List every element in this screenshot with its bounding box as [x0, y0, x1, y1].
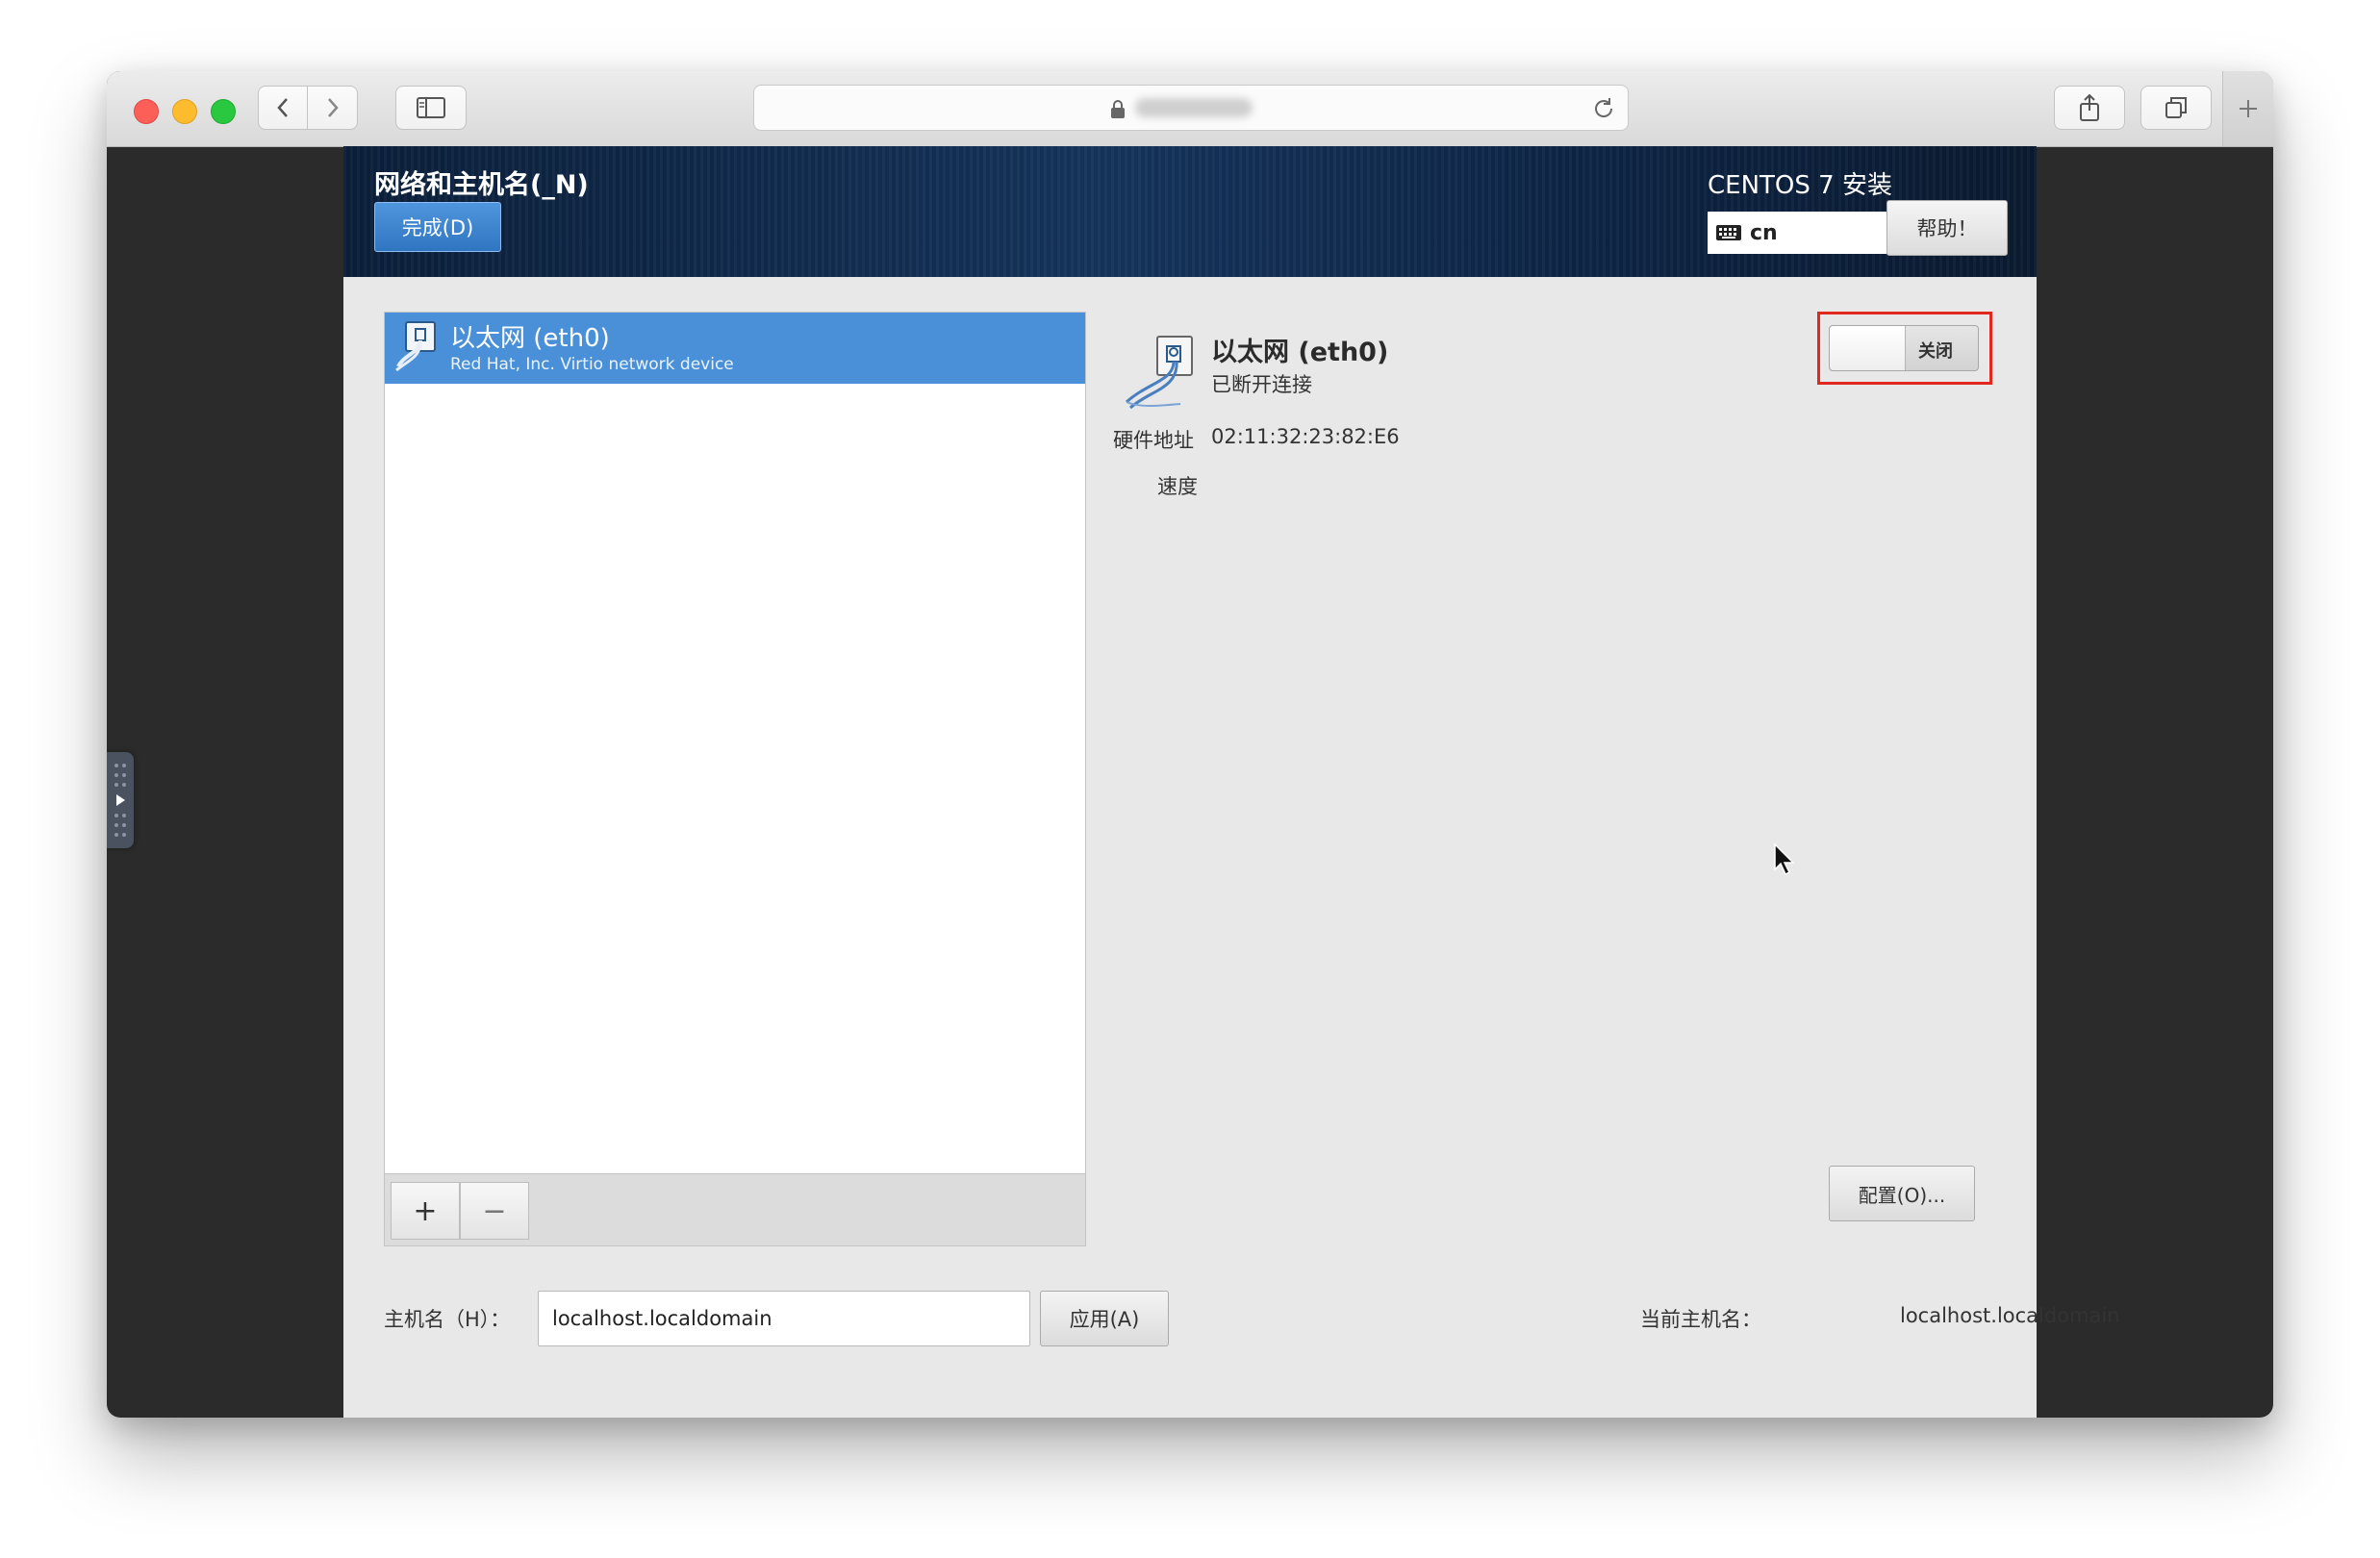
chevron-right-icon [327, 98, 339, 117]
device-name: 以太网 (eth0) [450, 324, 610, 353]
product-title: CENTOS 7 安装 [1708, 171, 1892, 200]
configure-button[interactable]: 配置(O)... [1829, 1166, 1975, 1221]
remove-device-button[interactable]: − [460, 1182, 529, 1240]
done-button[interactable]: 完成(D) [374, 202, 501, 252]
toggle-state-label: 关闭 [1918, 341, 1953, 362]
sidebar-toggle-button[interactable] [395, 86, 467, 130]
apply-hostname-button[interactable]: 应用(A) [1040, 1291, 1169, 1346]
mouse-cursor-icon [1774, 842, 1795, 876]
share-button[interactable] [2054, 86, 2125, 130]
close-window-button[interactable] [134, 99, 159, 124]
toggle-knob[interactable] [1830, 326, 1906, 370]
new-tab-button[interactable] [2222, 71, 2273, 146]
back-button[interactable] [258, 86, 308, 130]
page-title: 网络和主机名(_N) [374, 170, 589, 200]
tab-overview-icon [2165, 97, 2187, 118]
device-detail-name: 以太网 (eth0) [1211, 338, 1389, 367]
chevron-left-icon [277, 98, 288, 117]
installer-screen: 网络和主机名(_N) 完成(D) CENTOS 7 安装 cn 帮助！ 以太网 … [343, 146, 2120, 1418]
browser-window: 网络和主机名(_N) 完成(D) CENTOS 7 安装 cn 帮助！ 以太网 … [107, 71, 2273, 1418]
current-hostname-value: localhost.localdomain [1900, 1304, 2120, 1327]
grip-arrow-icon [114, 764, 126, 837]
keyboard-layout-label: cn [1750, 220, 1778, 245]
side-panel-handle[interactable] [107, 752, 134, 848]
sidebar-icon [417, 97, 445, 118]
current-hostname-label: 当前主机名： [1640, 1308, 1761, 1331]
hardware-address-label: 硬件地址 [1113, 429, 1194, 452]
blurred-url [1135, 98, 1253, 117]
hostname-label: 主机名（H）： [384, 1308, 511, 1331]
connection-toggle-switch[interactable]: 关闭 [1829, 325, 1979, 371]
keyboard-icon [1716, 225, 1741, 240]
hostname-input[interactable] [538, 1291, 1030, 1346]
speed-label: 速度 [1157, 475, 1198, 498]
tab-overview-button[interactable] [2140, 86, 2212, 130]
forward-button[interactable] [308, 86, 358, 130]
share-icon [2080, 93, 2099, 121]
browser-toolbar [107, 71, 2273, 147]
list-item[interactable]: 以太网 (eth0) Red Hat, Inc. Virtio network … [385, 313, 1085, 384]
help-button[interactable]: 帮助！ [1886, 200, 2008, 256]
device-connection-status: 已断开连接 [1211, 373, 1312, 396]
keyboard-layout-indicator[interactable]: cn [1708, 212, 1886, 254]
lock-icon [1111, 100, 1125, 118]
installer-header: 网络和主机名(_N) 完成(D) CENTOS 7 安装 cn 帮助！ [343, 146, 2037, 277]
reload-icon[interactable] [1591, 96, 1616, 121]
device-list-toolbar: + − [385, 1173, 1085, 1245]
network-device-list: 以太网 (eth0) Red Hat, Inc. Virtio network … [384, 312, 1086, 1246]
zoom-window-button[interactable] [211, 99, 236, 124]
address-bar[interactable] [753, 85, 1629, 131]
add-device-button[interactable]: + [391, 1182, 460, 1240]
device-description: Red Hat, Inc. Virtio network device [450, 355, 734, 374]
ethernet-cable-icon [1125, 336, 1193, 410]
hardware-address-value: 02:11:32:23:82:E6 [1211, 425, 1400, 448]
plus-icon [2240, 100, 2257, 117]
minimize-window-button[interactable] [172, 99, 197, 124]
ethernet-cable-icon [395, 321, 436, 372]
